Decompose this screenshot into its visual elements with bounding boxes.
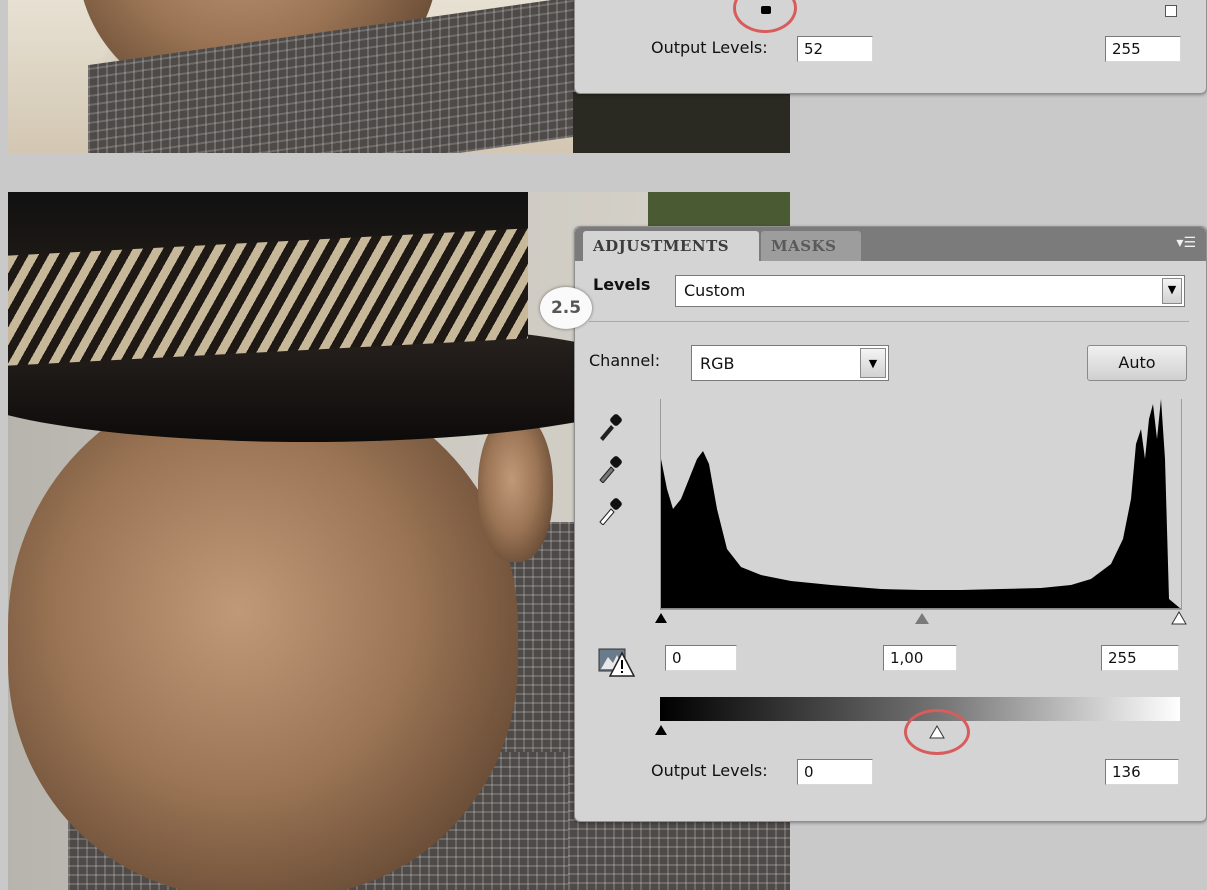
black-eyedropper-icon[interactable] xyxy=(597,411,625,441)
preset-select[interactable]: Custom ▼ xyxy=(675,275,1185,307)
channel-select[interactable]: RGB ▼ xyxy=(691,345,889,381)
output-black-slider[interactable] xyxy=(655,725,667,735)
output-white-field[interactable]: 136 xyxy=(1105,759,1179,785)
input-black-field[interactable]: 0 xyxy=(665,645,737,671)
chevron-down-icon[interactable]: ▼ xyxy=(860,348,886,378)
input-black-slider[interactable] xyxy=(655,613,667,623)
panel-divider xyxy=(589,321,1189,322)
gray-eyedropper-icon[interactable] xyxy=(597,453,625,483)
step-badge: 2.5 xyxy=(540,287,592,329)
output-black-field[interactable]: 0 xyxy=(797,759,873,785)
chevron-down-icon[interactable]: ▼ xyxy=(1162,278,1182,304)
output-levels-label-top: Output Levels: xyxy=(651,38,768,57)
tab-adjustments[interactable]: ADJUSTMENTS xyxy=(583,231,759,261)
channel-label: Channel: xyxy=(589,351,661,370)
channel-value: RGB xyxy=(700,354,735,373)
output-levels-label: Output Levels: xyxy=(651,761,768,780)
highlight-ring-top xyxy=(733,0,797,33)
input-gamma-slider[interactable] xyxy=(915,613,929,624)
histogram-fill xyxy=(661,399,1181,609)
adjustment-type-label: Levels xyxy=(593,275,651,294)
background-dark-top xyxy=(573,92,790,153)
input-white-slider[interactable] xyxy=(1171,611,1187,625)
panel-tab-bar: ADJUSTMENTS MASKS ▾☰ xyxy=(575,227,1206,261)
input-gamma-field[interactable]: 1,00 xyxy=(883,645,957,671)
face xyxy=(8,377,518,890)
highlight-ring xyxy=(904,709,971,755)
input-white-field[interactable]: 255 xyxy=(1101,645,1179,671)
output-white-field-top[interactable]: 255 xyxy=(1105,36,1181,62)
auto-button[interactable]: Auto xyxy=(1087,345,1187,381)
output-white-slider-top[interactable] xyxy=(1165,5,1177,17)
levels-panel-top: Output Levels: 52 255 xyxy=(574,0,1207,94)
preset-value: Custom xyxy=(684,281,746,300)
output-black-slider-top[interactable] xyxy=(761,6,771,14)
histogram-baseline xyxy=(660,608,1180,609)
output-black-field-top[interactable]: 52 xyxy=(797,36,873,62)
tab-masks[interactable]: MASKS xyxy=(761,231,861,261)
ear xyxy=(478,412,553,562)
white-eyedropper-icon[interactable] xyxy=(597,495,625,525)
clipping-warning-icon[interactable] xyxy=(598,645,636,679)
adjustments-panel: ADJUSTMENTS MASKS ▾☰ Levels Custom ▼ Cha… xyxy=(574,226,1207,822)
panel-menu-icon[interactable]: ▾☰ xyxy=(1176,235,1196,251)
histogram xyxy=(660,399,1182,610)
